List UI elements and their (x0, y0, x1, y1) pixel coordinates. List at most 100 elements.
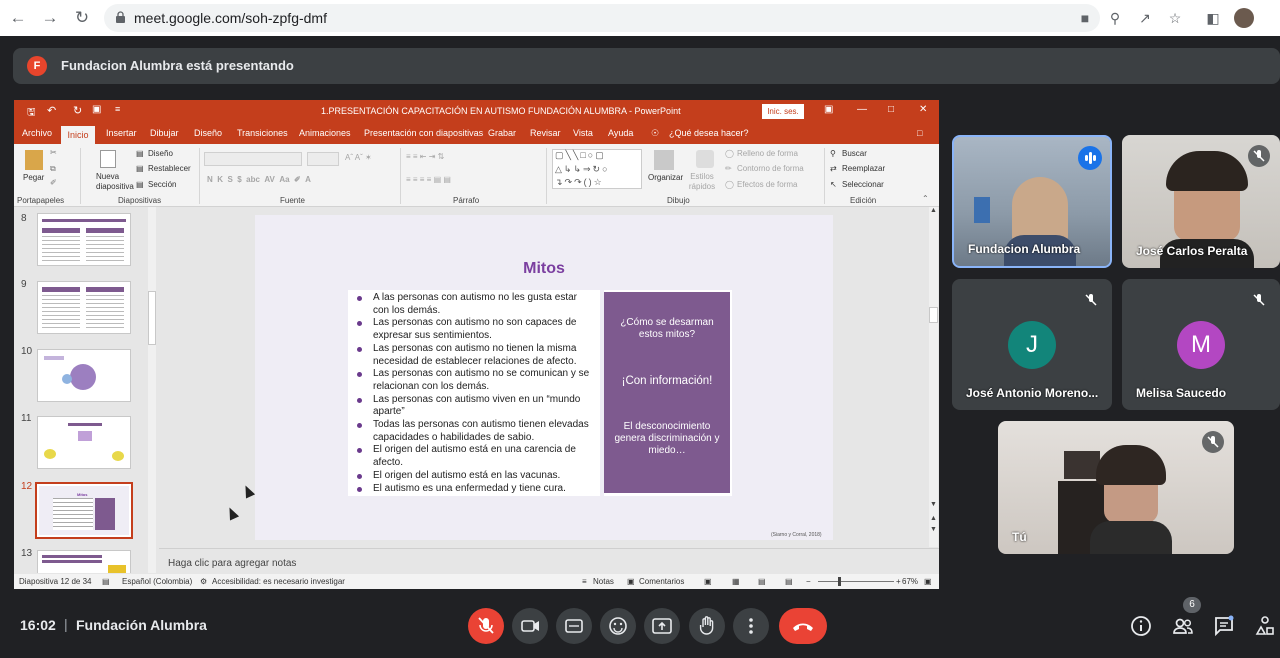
share-icon[interactable]: ↗ (1136, 9, 1154, 27)
zoom-slider-thumb[interactable] (838, 577, 841, 586)
paste-icon[interactable] (25, 150, 43, 170)
shape-effects-button[interactable]: Efectos de forma (737, 180, 797, 189)
slide-thumbnail[interactable] (37, 550, 131, 573)
participant-tile[interactable]: José Carlos Peralta (1122, 135, 1280, 268)
shape-outline-button[interactable]: Contorno de forma (737, 164, 804, 173)
comments-toggle[interactable]: Comentarios (639, 577, 684, 586)
self-view-tile[interactable]: Tú (998, 421, 1234, 554)
reset-button[interactable]: Restablecer (148, 164, 191, 173)
tab-insertar[interactable]: Insertar (106, 128, 137, 138)
zoom-out-icon[interactable]: − (806, 577, 811, 586)
more-options-button[interactable] (733, 608, 769, 644)
tab-animaciones[interactable]: Animaciones (299, 128, 351, 138)
sorter-view-icon[interactable]: ▦ (732, 577, 740, 586)
collapse-ribbon-icon[interactable]: ⌃ (922, 194, 929, 203)
camera-icon[interactable]: ■ (1076, 9, 1094, 27)
slide-thumbnail-selected[interactable]: Mitos (35, 482, 133, 539)
qat-customize-icon[interactable]: ≡ (115, 104, 120, 114)
new-slide-icon[interactable] (100, 150, 116, 168)
zoom-icon[interactable]: ⚲ (1106, 9, 1124, 27)
copy-icon[interactable]: ⧉ (50, 164, 56, 174)
arrange-label[interactable]: Organizar (648, 173, 683, 182)
fit-slide-icon[interactable]: ▣ (924, 577, 932, 586)
meeting-info-icon[interactable] (1129, 614, 1153, 638)
align-icons[interactable]: ≡ ≡ ≡ ≡ ▤ ▤ (406, 175, 451, 184)
raise-hand-button[interactable] (689, 608, 725, 644)
font-grow-shrink-icons[interactable]: Aˆ Aˇ ✶ (345, 153, 372, 162)
tab-diseno[interactable]: Diseño (194, 128, 222, 138)
bookmark-star-icon[interactable]: ☆ (1166, 9, 1184, 27)
zoom-slider[interactable] (818, 581, 894, 582)
present-icon[interactable]: ▣ (92, 104, 101, 115)
tab-presentacion[interactable]: Presentación con diapositivas (364, 128, 483, 138)
scroll-down-icon[interactable]: ▼ (930, 501, 937, 508)
list-icons[interactable]: ≡ ≡ ⇤ ⇥ ⇅ (406, 152, 444, 161)
thumbnail-scrollbar[interactable] (147, 207, 157, 573)
save-icon[interactable]: 🖫 (27, 105, 36, 122)
section-button[interactable]: Sección (148, 180, 176, 189)
normal-view-icon[interactable]: ▣ (704, 577, 712, 586)
layout-button[interactable]: Diseño (148, 149, 173, 158)
signin-button[interactable]: Inic. ses. (762, 104, 804, 119)
minimize-icon[interactable]: — (857, 104, 867, 115)
slide-thumbnail[interactable] (37, 213, 131, 266)
activities-icon[interactable] (1253, 614, 1277, 638)
people-icon[interactable] (1171, 614, 1195, 638)
tab-inicio[interactable]: Inicio (61, 126, 95, 144)
slide-thumbnail[interactable] (37, 416, 131, 469)
present-now-button[interactable] (644, 608, 680, 644)
notes-placeholder[interactable]: Haga clic para agregar notas (168, 558, 296, 569)
slide-scrollbar[interactable]: ▲ ▼ ▲ ▼ (928, 207, 939, 547)
quick-styles-icon[interactable] (696, 150, 714, 168)
font-name-input[interactable] (204, 152, 302, 166)
camera-toggle-button[interactable] (512, 608, 548, 644)
mic-toggle-button[interactable] (468, 608, 504, 644)
back-arrow-icon[interactable]: ← (8, 8, 28, 28)
reactions-button[interactable] (600, 608, 636, 644)
tell-me-search[interactable]: ¿Qué desea hacer? (669, 128, 749, 138)
shape-fill-button[interactable]: Relleno de forma (737, 149, 798, 158)
cut-icon[interactable]: ✂ (50, 148, 57, 157)
spellcheck-icon[interactable]: ▤ (102, 577, 110, 586)
reading-view-icon[interactable]: ▤ (758, 577, 766, 586)
font-size-input[interactable] (307, 152, 339, 166)
tab-archivo[interactable]: Archivo (22, 128, 52, 138)
side-panel-icon[interactable]: ◧ (1204, 9, 1222, 27)
new-slide-label[interactable]: Nueva diapositiva (96, 172, 134, 192)
tab-grabar[interactable]: Grabar (488, 128, 516, 138)
current-slide[interactable]: Mitos A las personas con autismo no les … (255, 215, 833, 540)
find-button[interactable]: Buscar (842, 149, 867, 158)
font-format-icons[interactable]: N K S $ abc AV Aa ✐ A (207, 175, 311, 184)
participant-tile[interactable]: M Melisa Saucedo (1122, 279, 1280, 410)
notes-toggle[interactable]: Notas (593, 577, 614, 586)
close-icon[interactable]: ✕ (919, 104, 927, 115)
profile-avatar[interactable] (1234, 8, 1254, 28)
forward-arrow-icon[interactable]: → (40, 8, 60, 28)
quick-styles-label[interactable]: Estilos rápidos (686, 172, 718, 192)
zoom-level[interactable]: 67% (902, 577, 918, 586)
notes-pane[interactable]: Haga clic para agregar notas (159, 548, 939, 574)
participant-tile-speaking[interactable]: Fundacion Alumbra (952, 135, 1112, 268)
language-status[interactable]: Español (Colombia) (122, 577, 192, 586)
arrange-icon[interactable] (654, 150, 674, 170)
chat-icon[interactable] (1212, 614, 1236, 638)
reload-icon[interactable]: ↻ (72, 8, 92, 28)
tab-ayuda[interactable]: Ayuda (608, 128, 633, 138)
tab-transiciones[interactable]: Transiciones (237, 128, 288, 138)
slide-thumbnail[interactable] (37, 349, 131, 402)
ribbon-display-icon[interactable]: ▣ (824, 104, 833, 115)
captions-button[interactable] (556, 608, 592, 644)
tab-vista[interactable]: Vista (573, 128, 593, 138)
address-bar[interactable]: meet.google.com/soh-zpfg-dmf (104, 4, 1100, 32)
scroll-up-icon[interactable]: ▲ (930, 207, 937, 214)
participant-tile[interactable]: J José Antonio Moreno... (952, 279, 1112, 410)
next-slide-icon[interactable]: ▼ (930, 526, 937, 533)
replace-button[interactable]: Reemplazar (842, 164, 885, 173)
zoom-in-icon[interactable]: + (896, 577, 901, 586)
comment-icon[interactable]: □ (917, 128, 922, 138)
tab-revisar[interactable]: Revisar (530, 128, 561, 138)
undo-icon[interactable]: ↶ (47, 104, 56, 117)
format-painter-icon[interactable]: ✐ (50, 178, 57, 187)
redo-icon[interactable]: ↻ (73, 104, 82, 117)
slide-thumbnail[interactable] (37, 281, 131, 334)
